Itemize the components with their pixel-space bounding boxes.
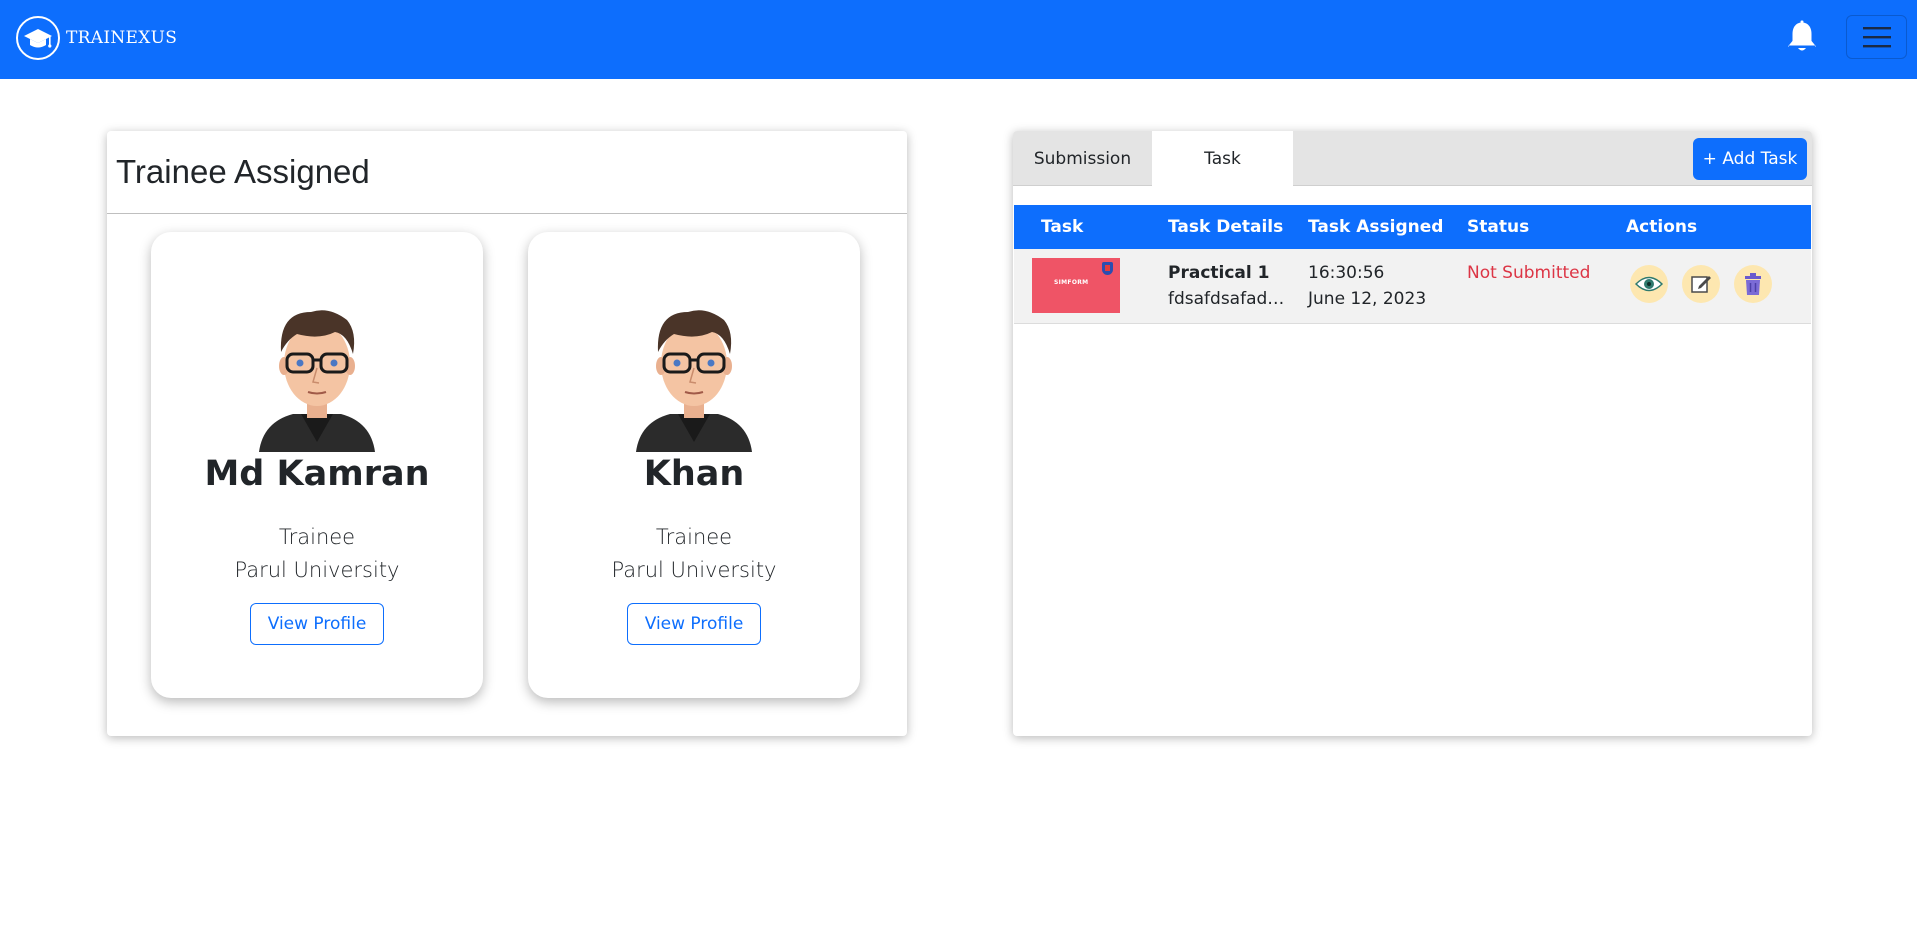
column-header-task: Task — [1041, 217, 1084, 237]
trainee-university: Parul University — [611, 558, 777, 582]
column-header-status: Status — [1467, 217, 1530, 237]
task-assigned-time: 16:30:56 — [1308, 263, 1385, 283]
trainee-name: Khan — [643, 454, 745, 494]
hamburger-menu-icon[interactable] — [1846, 15, 1907, 59]
tab-task[interactable]: Task — [1152, 131, 1293, 187]
view-profile-button[interactable]: View Profile — [627, 603, 761, 645]
avatar — [634, 282, 754, 452]
eye-icon[interactable] — [1630, 265, 1668, 303]
trainee-card: Khan Trainee Parul University View Profi… — [528, 232, 860, 698]
trainee-card: Md Kamran Trainee Parul University View … — [151, 232, 483, 698]
tasks-panel: Submission Task + Add Task Task Task Det… — [1013, 131, 1812, 736]
avatar — [257, 282, 377, 452]
thumbnail-label: SIMFORM — [1054, 279, 1089, 286]
task-thumbnail: SIMFORM — [1032, 258, 1120, 313]
view-profile-button[interactable]: View Profile — [250, 603, 384, 645]
column-header-task-assigned: Task Assigned — [1308, 217, 1444, 237]
trainee-role: Trainee — [278, 525, 356, 549]
task-details: fdsafdsafads... — [1168, 289, 1286, 309]
column-header-task-details: Task Details — [1168, 217, 1284, 237]
table-header: Task Task Details Task Assigned Status A… — [1014, 205, 1811, 249]
brand-name: TRAINEXUS — [66, 28, 178, 48]
divider — [107, 213, 907, 214]
graduation-cap-icon — [16, 16, 60, 60]
tab-submission[interactable]: Submission — [1013, 131, 1152, 186]
edit-icon[interactable] — [1682, 265, 1720, 303]
task-title: Practical 1 — [1168, 263, 1270, 283]
panel-title: Trainee Assigned — [116, 153, 370, 190]
trainee-name: Md Kamran — [204, 454, 430, 494]
tab-bar: Submission Task + Add Task — [1013, 131, 1812, 187]
bell-icon[interactable] — [1786, 20, 1818, 54]
trainee-university: Parul University — [234, 558, 400, 582]
table-row: SIMFORM Practical 1 fdsafdsafads... 16:3… — [1014, 249, 1811, 324]
task-assigned-date: June 12, 2023 — [1308, 289, 1427, 309]
add-task-button[interactable]: + Add Task — [1693, 138, 1807, 180]
trainee-role: Trainee — [655, 525, 733, 549]
trainees-panel: Trainee Assigned Md Kamran Trainee Parul… — [107, 131, 907, 736]
status-badge: Not Submitted — [1467, 263, 1591, 283]
shield-icon — [1102, 262, 1113, 275]
trash-icon[interactable] — [1734, 265, 1772, 303]
top-navbar: TRAINEXUS — [0, 0, 1917, 79]
column-header-actions: Actions — [1626, 217, 1698, 237]
brand[interactable]: TRAINEXUS — [16, 16, 177, 60]
